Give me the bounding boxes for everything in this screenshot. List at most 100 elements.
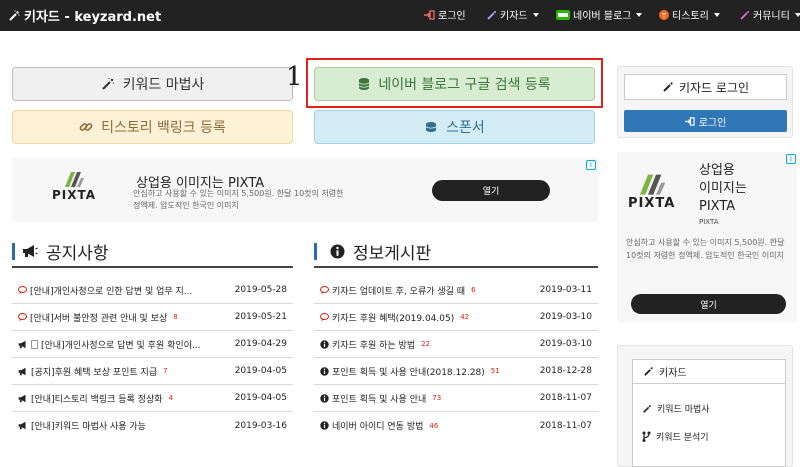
comment-icon: [320, 286, 329, 294]
nav-naver-blog[interactable]: 네이버 블로그: [556, 7, 643, 22]
keyword-wizard-label: 키워드 마법사: [122, 77, 205, 93]
nav-naver-blog-label: 네이버 블로그: [573, 11, 632, 22]
nav-keyzard[interactable]: 키자드: [487, 7, 539, 22]
comment-count: 6: [471, 286, 476, 294]
side-ad-title-line-1: 상업용: [699, 163, 735, 178]
board-date: 2018-12-28: [539, 366, 592, 376]
list-item[interactable]: [공지]후원 혜택 보상 포인트 지급 7 2019-04-05: [12, 358, 293, 385]
nav-login[interactable]: 로그인: [424, 7, 466, 22]
list-item[interactable]: [안내]개인사정으로 인한 답변 및 업무 지... 2019-05-28: [12, 277, 293, 304]
list-item[interactable]: 네이버 아이디 연동 방법 46 2018-11-07: [314, 412, 598, 439]
board-date: 2018-11-07: [539, 420, 592, 431]
board-date: 2018-11-07: [539, 393, 592, 403]
board-date: 2019-03-11: [539, 285, 592, 295]
comment-count: 22: [421, 340, 431, 348]
list-item[interactable]: 키자드 업데이트 후, 오류가 생길 때 6 2019-03-11: [314, 277, 598, 304]
keyzard-menu-keyword-wizard-label: 키워드 마법사: [657, 405, 710, 415]
notice-title-text[interactable]: [공지]후원 혜택 보상 포인트 지급: [31, 365, 157, 378]
side-ad-title-line-2: 이미지는: [699, 181, 747, 196]
adchoices-icon[interactable]: i: [586, 160, 596, 170]
info-icon: [320, 393, 329, 403]
info-icon: [320, 339, 329, 349]
keyzard-panel-header: 키자드: [632, 359, 786, 383]
login-panel-title: 키자드 로그인: [624, 74, 787, 100]
board-title-text[interactable]: 네이버 아이디 연동 방법: [332, 419, 423, 432]
keyzard-menu-keyword-analyzer[interactable]: 키워드 분석기: [642, 430, 709, 443]
megaphone-icon: [18, 367, 28, 376]
magic-wand-icon: [662, 81, 674, 93]
notice-accent-bar: [12, 243, 15, 260]
brand-link[interactable]: 키자드 - keyzard.net: [8, 6, 161, 25]
comment-count: 51: [490, 367, 500, 375]
board-date: 2019-03-10: [539, 312, 592, 322]
highlight-box: [306, 58, 603, 108]
list-item[interactable]: [안내]티스토리 백링크 등록 정상화 4 2019-04-05: [12, 385, 293, 412]
document-icon: [31, 339, 38, 349]
notice-title-text[interactable]: [안내]티스토리 백링크 등록 정상화: [31, 392, 163, 405]
brand-text: 키자드 - keyzard.net: [24, 10, 162, 25]
board-header: 정보게시판: [330, 238, 431, 264]
magic-wand-icon: [8, 9, 20, 22]
link-icon: [79, 120, 93, 134]
notice-title-text[interactable]: [안내]개인사정으로 답변 및 후원 확인이...: [41, 338, 201, 351]
magic-wand-icon: [643, 366, 654, 377]
keyword-wizard-button[interactable]: 키워드 마법사: [12, 67, 293, 101]
comment-icon: [18, 286, 27, 294]
community-icon: [740, 10, 750, 20]
adchoices-icon[interactable]: i: [786, 154, 796, 164]
chevron-down-icon: [713, 12, 720, 17]
nav-keyzard-label: 키자드: [500, 11, 528, 22]
megaphone-icon: [22, 244, 38, 258]
keyzard-panel-body: [632, 383, 786, 467]
notice-divider: [12, 266, 293, 268]
board-title-text[interactable]: 키자드 업데이트 후, 오류가 생길 때: [332, 284, 465, 297]
board-title-text[interactable]: 키자드 후원 하는 방법: [332, 338, 415, 351]
nav-login-label: 로그인: [438, 11, 466, 22]
board-title-text[interactable]: 포인트 획득 및 사용 안내(2018.12.28): [332, 365, 485, 378]
notice-title-text[interactable]: [안내]개인사정으로 인한 답변 및 업무 지...: [30, 284, 192, 297]
annotation-number: 1: [286, 62, 303, 92]
comment-count: 4: [168, 394, 173, 402]
side-ad-title-line-3: PIXTA: [699, 199, 736, 214]
side-pixta-logo-text: PIXTA: [628, 196, 676, 211]
list-item[interactable]: 키자드 후원 혜택(2019.04.05) 42 2019-03-10: [314, 304, 598, 331]
notice-title: 공지사항: [46, 243, 109, 264]
ad-open-button[interactable]: 열기: [432, 180, 550, 201]
sponsor-button[interactable]: 스폰서: [314, 110, 595, 144]
keyzard-menu-keyword-wizard[interactable]: 키워드 마법사: [642, 402, 710, 415]
nav-community[interactable]: 커뮤니티: [740, 7, 800, 22]
side-ad-title[interactable]: 상업용 이미지는 PIXTA: [699, 162, 747, 216]
board-date: 2019-03-10: [539, 339, 592, 349]
ad-description: 안심하고 사용할 수 있는 이미지 5,500원. 한달 10컷의 저렴한 정액…: [133, 188, 344, 212]
sign-in-icon: [424, 9, 435, 20]
list-item[interactable]: [안내]키워드 마법사 사용 가능 2019-03-16: [12, 412, 293, 439]
notice-title-text[interactable]: [안내]키워드 마법사 사용 가능: [31, 419, 146, 432]
notice-date: 2019-04-05: [234, 366, 287, 376]
notice-title-text[interactable]: [안내]서버 불안정 관련 안내 및 보상: [30, 311, 167, 324]
ad-description-line-1: 안심하고 사용할 수 있는 이미지 5,500원. 한달 10컷의 저렴한: [133, 189, 344, 198]
sponsor-label: 스폰서: [446, 120, 485, 136]
board-title-text[interactable]: 포인트 획득 및 사용 안내: [332, 392, 426, 405]
pixta-logo-text: PIXTA: [52, 188, 97, 202]
login-button[interactable]: 로그인: [624, 110, 787, 132]
board-title-text[interactable]: 키자드 후원 혜택(2019.04.05): [332, 311, 454, 324]
list-item[interactable]: [안내]개인사정으로 답변 및 후원 확인이... 2019-04-29: [12, 331, 293, 358]
notice-date: 2019-04-05: [234, 393, 287, 403]
list-item[interactable]: 포인트 획득 및 사용 안내(2018.12.28) 51 2018-12-28: [314, 358, 598, 385]
nav-tistory[interactable]: T 티스토리: [659, 7, 720, 22]
comment-icon: [320, 313, 329, 321]
list-item[interactable]: 키자드 후원 하는 방법 22 2019-03-10: [314, 331, 598, 358]
nav-community-label: 커뮤니티: [753, 11, 790, 22]
login-panel-title-text: 키자드 로그인: [678, 80, 750, 95]
list-item[interactable]: 포인트 획득 및 사용 안내 73 2018-11-07: [314, 385, 598, 412]
board-title: 정보게시판: [353, 243, 432, 264]
notice-date: 2019-05-21: [234, 312, 287, 322]
pixta-logo: PIXTA: [52, 170, 96, 202]
pixta-logo-icon: [65, 172, 85, 187]
side-ad-open-button[interactable]: 열기: [631, 294, 786, 314]
svg-text:T: T: [661, 12, 667, 20]
login-button-label: 로그인: [698, 117, 727, 129]
list-item[interactable]: [안내]서버 불안정 관련 안내 및 보상 8 2019-05-21: [12, 304, 293, 331]
tistory-backlink-register-button[interactable]: 티스토리 백링크 등록: [12, 110, 293, 144]
megaphone-icon: [18, 394, 28, 403]
